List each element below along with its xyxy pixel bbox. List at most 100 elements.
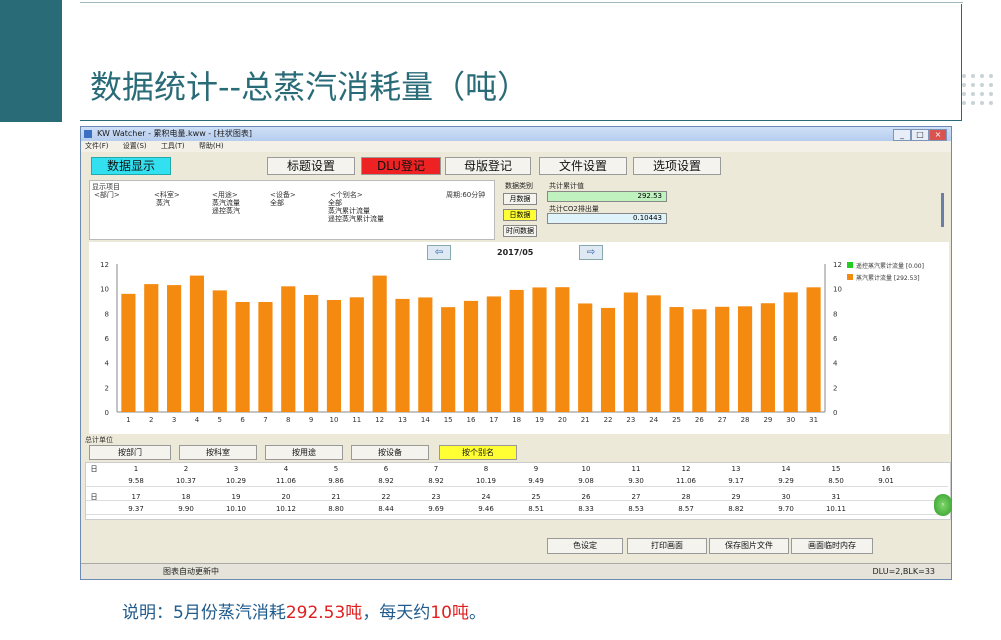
floating-green-button[interactable]: › bbox=[934, 494, 952, 516]
scroll-handle[interactable] bbox=[941, 193, 944, 227]
y-tick-label-right: 8 bbox=[833, 310, 837, 318]
title-top-line bbox=[80, 2, 963, 3]
data-display-button[interactable]: 数据显示 bbox=[91, 157, 171, 175]
x-tick-label: 28 bbox=[741, 416, 750, 424]
table-divider bbox=[86, 500, 948, 501]
group-by-device-button[interactable]: 按设备 bbox=[351, 445, 429, 460]
group-by-room-button[interactable]: 按科室 bbox=[179, 445, 257, 460]
y-tick-label-right: 0 bbox=[833, 409, 837, 417]
caption-daily: 10吨 bbox=[430, 603, 469, 623]
bar-chart: 0 02 24 46 68 810 1012 121 2 3 4 5 6 7 8 9 10 11 12 13 14 15 1… bbox=[100, 261, 924, 424]
time-data-button[interactable]: 时间数据 bbox=[503, 225, 537, 237]
save-image-button[interactable]: 保存图片文件 bbox=[709, 538, 789, 554]
x-tick-label: 16 bbox=[467, 416, 476, 424]
tab-master-register[interactable]: 母版登记 bbox=[445, 157, 531, 175]
close-button[interactable]: × bbox=[929, 129, 947, 141]
caption-total: 292.53吨 bbox=[285, 603, 363, 623]
bar bbox=[646, 295, 661, 412]
bar bbox=[555, 287, 570, 412]
x-tick-label: 15 bbox=[444, 416, 453, 424]
bar bbox=[760, 303, 775, 412]
x-tick-label: 4 bbox=[195, 416, 200, 424]
alias-item[interactable]: 蒸汽累计流量 bbox=[326, 207, 492, 215]
decorative-dot bbox=[989, 83, 993, 87]
app-window: KW Watcher - 累积电量.kww - [柱状图表] _ □ × 文件(… bbox=[80, 126, 952, 580]
device-list[interactable]: 全部 bbox=[268, 199, 327, 237]
decorative-dot bbox=[962, 83, 966, 87]
color-settings-button[interactable]: 色设定 bbox=[547, 538, 623, 554]
decorative-dot bbox=[980, 101, 984, 105]
day-value: 10.12 bbox=[275, 505, 297, 513]
device-item[interactable]: 全部 bbox=[268, 199, 326, 207]
day-number: 8 bbox=[483, 465, 489, 473]
tab-title-settings[interactable]: 标题设置 bbox=[267, 157, 355, 175]
x-tick-label: 21 bbox=[581, 416, 590, 424]
day-data-button[interactable]: 日数据 bbox=[503, 209, 537, 221]
decorative-dot bbox=[980, 92, 984, 96]
y-tick-label-right: 10 bbox=[833, 286, 842, 294]
x-tick-label: 2 bbox=[149, 416, 153, 424]
menu-file[interactable]: 文件(F) bbox=[85, 142, 109, 150]
dept-list[interactable] bbox=[92, 199, 153, 237]
screen-memory-button[interactable]: 画面临时内存 bbox=[791, 538, 873, 554]
daily-table: 日 1 2 3 4 5 6 7 8 9 10 11 12 13 14 15 16 9.58 10.37 10.29 11… bbox=[85, 462, 951, 520]
minimize-button[interactable]: _ bbox=[893, 129, 911, 141]
bar bbox=[235, 301, 250, 412]
menu-settings[interactable]: 设置(S) bbox=[123, 142, 147, 150]
caption-part: 。 bbox=[468, 603, 486, 623]
room-list[interactable]: 蒸汽 bbox=[152, 199, 211, 237]
day-number: 16 bbox=[881, 465, 891, 473]
day-value: 11.06 bbox=[675, 477, 697, 485]
bar bbox=[600, 307, 616, 412]
decorative-dots bbox=[962, 74, 998, 110]
group-by-dept-button[interactable]: 按部门 bbox=[89, 445, 171, 460]
bar bbox=[623, 292, 638, 412]
decorative-dot bbox=[971, 83, 975, 87]
menu-tools[interactable]: 工具(T) bbox=[161, 142, 185, 150]
tab-option-settings[interactable]: 选项设置 bbox=[633, 157, 721, 175]
decorative-dot bbox=[980, 83, 984, 87]
status-right: DLU=2,BLK=33 bbox=[872, 567, 935, 576]
menu-help[interactable]: 帮助(H) bbox=[199, 142, 224, 150]
room-item[interactable]: 蒸汽 bbox=[152, 199, 210, 207]
x-tick-label: 22 bbox=[604, 416, 613, 424]
total-label: 共计累计值 bbox=[549, 182, 584, 190]
day-value: 11.06 bbox=[275, 477, 297, 485]
bar bbox=[121, 293, 136, 412]
alias-list[interactable]: 全部 蒸汽累计流量 遥控蒸汽累计流量 bbox=[326, 199, 492, 237]
day-value: 9.30 bbox=[628, 477, 644, 485]
day-value: 8.50 bbox=[828, 477, 844, 485]
day-number: 9 bbox=[533, 465, 539, 473]
day-value: 9.70 bbox=[778, 505, 794, 513]
tab-file-settings[interactable]: 文件设置 bbox=[539, 157, 627, 175]
bar bbox=[189, 275, 205, 412]
day-number: 4 bbox=[283, 465, 289, 473]
slide-title: 数据统计--总蒸汽消耗量（吨） bbox=[90, 68, 530, 106]
use-list[interactable]: 蒸汽流量 遥控蒸汽 bbox=[210, 199, 269, 237]
caption-part: 说明：5月份蒸汽消耗 bbox=[122, 603, 286, 623]
y-tick-label: 2 bbox=[105, 384, 109, 392]
maximize-button[interactable]: □ bbox=[911, 129, 929, 141]
x-tick-label: 9 bbox=[309, 416, 313, 424]
use-item[interactable]: 蒸汽流量 bbox=[210, 199, 268, 207]
group-by-use-button[interactable]: 按用途 bbox=[265, 445, 343, 460]
co2-value: 0.10443 bbox=[547, 213, 667, 224]
print-screen-button[interactable]: 打印画面 bbox=[627, 538, 707, 554]
month-data-button[interactable]: 月数据 bbox=[503, 193, 537, 205]
tab-dlu-register[interactable]: DLU登记 bbox=[361, 157, 441, 175]
day-value: 9.46 bbox=[478, 505, 494, 513]
x-tick-label: 18 bbox=[512, 416, 521, 424]
day-value: 9.58 bbox=[128, 477, 144, 485]
bar bbox=[463, 300, 479, 412]
slide-caption: 说明：5月份蒸汽消耗292.53吨，每天约10吨。 bbox=[122, 598, 486, 623]
group-by-alias-button[interactable]: 按个别名 bbox=[439, 445, 517, 460]
day-number: 1 bbox=[133, 465, 139, 473]
x-tick-label: 19 bbox=[535, 416, 544, 424]
alias-item[interactable]: 全部 bbox=[326, 199, 492, 207]
day-number: 13 bbox=[731, 465, 741, 473]
bar bbox=[806, 287, 821, 412]
use-item[interactable]: 遥控蒸汽 bbox=[210, 207, 268, 215]
x-tick-label: 3 bbox=[172, 416, 176, 424]
decorative-dot bbox=[980, 74, 984, 78]
alias-item[interactable]: 遥控蒸汽累计流量 bbox=[326, 215, 492, 223]
